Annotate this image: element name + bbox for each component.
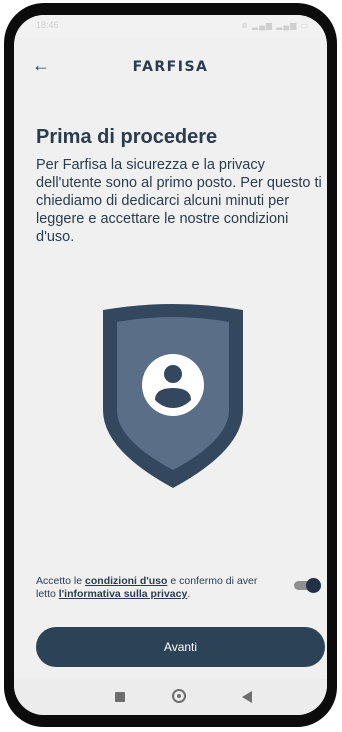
terms-link[interactable]: condizioni d'uso (85, 575, 167, 587)
farfisa-logo: FARFISA (132, 59, 209, 75)
page-title: Prima di procedere (36, 126, 218, 148)
consent-toggle[interactable] (294, 578, 321, 593)
privacy-link[interactable]: l'informativa sulla privacy (59, 588, 188, 600)
toggle-knob (306, 578, 321, 593)
consent-text-before: Accetto le (36, 575, 86, 587)
back-triangle-icon[interactable] (242, 691, 252, 703)
intro-text: Per Farfisa la sicurezza e la privacy de… (36, 157, 322, 245)
consent-text: Accetto le condizioni d'uso e confermo d… (36, 575, 266, 601)
status-bar: 18:46 ⊗ ▂▄▆ ▂▄▆ ▭ (14, 15, 327, 37)
status-time: 18:46 (36, 20, 59, 30)
app-screen: 18:46 ⊗ ▂▄▆ ▂▄▆ ▭ ← FARFISA Prima di pro… (14, 15, 327, 715)
home-icon[interactable] (172, 689, 186, 703)
shield-user-icon (93, 300, 253, 490)
status-icons: ⊗ ▂▄▆ ▂▄▆ ▭ (241, 21, 309, 30)
shield-illustration (103, 304, 243, 488)
recent-apps-icon[interactable] (115, 692, 125, 702)
consent-text-after: . (187, 588, 191, 600)
phone-frame: 18:46 ⊗ ▂▄▆ ▂▄▆ ▭ ← FARFISA Prima di pro… (4, 3, 337, 727)
system-nav-bar (14, 679, 327, 715)
avanti-button[interactable]: Avanti (36, 627, 325, 667)
